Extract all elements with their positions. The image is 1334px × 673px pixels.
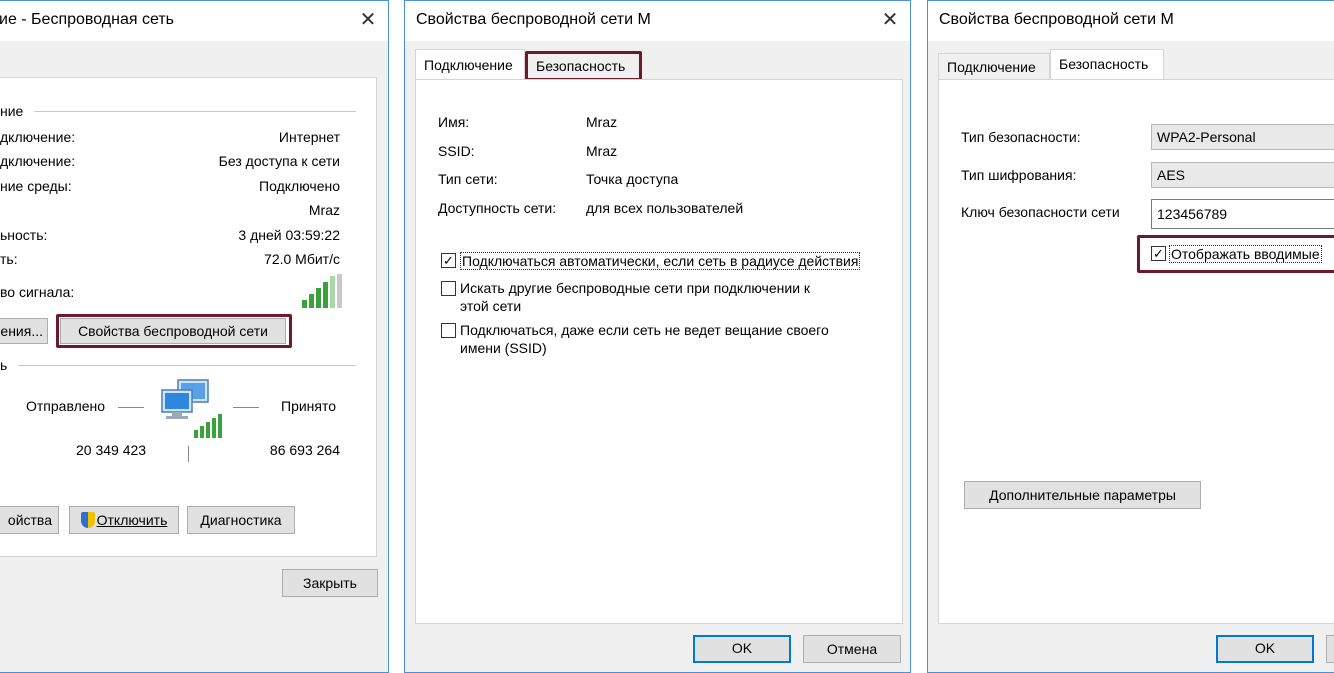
props-connection-titlebar: Свойства беспроводной сети M ✕ bbox=[405, 1, 910, 41]
network-computers-icon bbox=[160, 378, 224, 440]
field-value: Точка доступа bbox=[586, 171, 679, 187]
advanced-settings-button[interactable]: Дополнительные параметры bbox=[964, 481, 1201, 509]
disable-button-label: Отключить bbox=[96, 512, 168, 528]
props-connection-window: Свойства беспроводной сети M ✕ Подключен… bbox=[404, 0, 911, 673]
diagnose-button[interactable]: Диагностика bbox=[187, 506, 295, 534]
auto-connect-label[interactable]: Подключаться автоматически, если сеть в … bbox=[460, 252, 861, 270]
close-icon[interactable]: ✕ bbox=[357, 9, 379, 31]
row-value: Mraz bbox=[308, 202, 340, 218]
sent-dash bbox=[118, 407, 144, 408]
search-other-networks-checkbox[interactable] bbox=[441, 281, 456, 296]
received-label: Принято bbox=[281, 398, 337, 414]
activity-divider bbox=[188, 446, 189, 462]
checkmark-icon: ✓ bbox=[443, 253, 454, 268]
security-key-value: 123456789 bbox=[1157, 206, 1228, 222]
received-bytes: 86 693 264 bbox=[269, 442, 340, 458]
signal-bars-icon bbox=[302, 274, 344, 310]
row-label: ние среды: bbox=[0, 178, 72, 194]
row-value: Интернет bbox=[278, 129, 340, 145]
status-panel: ние дключение: Интернет дключение: Без д… bbox=[0, 77, 377, 557]
row-value: 72.0 Мбит/с bbox=[264, 251, 340, 267]
auto-connect-checkbox[interactable]: ✓ bbox=[441, 253, 456, 268]
connection-panel: Имя: Mraz SSID: Mraz Тип сети: Точка дос… bbox=[415, 79, 903, 624]
group-activity-title: ь bbox=[0, 357, 8, 373]
tab-security[interactable]: Безопасность bbox=[526, 53, 640, 80]
checkmark-icon: ✓ bbox=[1153, 246, 1164, 261]
received-dash bbox=[233, 407, 259, 408]
group-connection-title: ние bbox=[0, 103, 24, 119]
row-label: дключение: bbox=[0, 129, 76, 145]
search-other-networks-label[interactable]: Искать другие беспроводные сети при подк… bbox=[460, 280, 810, 296]
group-connection-line bbox=[34, 111, 356, 112]
close-icon[interactable]: ✕ bbox=[879, 9, 901, 31]
sent-bytes: 20 349 423 bbox=[76, 442, 147, 458]
security-key-label: Ключ безопасности сети bbox=[961, 204, 1120, 220]
field-label: Имя: bbox=[438, 114, 470, 130]
ok-button-label: OK bbox=[731, 640, 753, 656]
encryption-type-select[interactable]: AES bbox=[1151, 162, 1334, 188]
wireless-properties-button[interactable]: Свойства беспроводной сети bbox=[60, 318, 286, 344]
ok-button-label: OK bbox=[1254, 640, 1276, 656]
show-chars-checkbox[interactable]: ✓ bbox=[1151, 246, 1166, 261]
properties-button[interactable]: ойства bbox=[0, 506, 59, 534]
cancel-button[interactable] bbox=[1326, 635, 1334, 663]
security-panel: Тип безопасности: WPA2-Personal Тип шифр… bbox=[938, 79, 1334, 624]
advanced-settings-button-label: Дополнительные параметры bbox=[989, 487, 1176, 503]
tab-security[interactable]: Безопасность bbox=[1050, 49, 1164, 80]
field-value: Mraz bbox=[586, 143, 618, 159]
close-button-label: Закрыть bbox=[303, 575, 357, 591]
row-value: Без доступа к сети bbox=[218, 153, 340, 169]
field-label: SSID: bbox=[438, 143, 475, 159]
cancel-button[interactable]: Отмена bbox=[803, 635, 901, 663]
row-label: ьность: bbox=[0, 227, 48, 243]
status-window: ие - Беспроводная сеть ✕ ние дключение: … bbox=[0, 0, 389, 673]
row-label: дключение: bbox=[0, 153, 76, 169]
tab-connection-label: Подключение bbox=[424, 57, 513, 73]
close-button[interactable]: Закрыть bbox=[282, 569, 378, 597]
sent-label: Отправлено bbox=[26, 398, 106, 414]
details-button[interactable]: ения... bbox=[0, 318, 48, 344]
security-type-label: Тип безопасности: bbox=[961, 129, 1081, 145]
tab-security-label: Безопасность bbox=[1059, 56, 1149, 72]
field-label: Тип сети: bbox=[438, 171, 498, 187]
props-security-titlebar: Свойства беспроводной сети M bbox=[928, 1, 1334, 41]
show-chars-label[interactable]: Отображать вводимые bbox=[1169, 245, 1322, 263]
field-value: для всех пользователей bbox=[586, 200, 744, 216]
row-value: 3 дней 03:59:22 bbox=[238, 227, 340, 243]
connect-hidden-label-2: имени (SSID) bbox=[460, 340, 547, 356]
tab-connection[interactable]: Подключение bbox=[938, 53, 1050, 80]
field-value: Mraz bbox=[586, 114, 618, 130]
encryption-type-value: AES bbox=[1157, 167, 1186, 183]
security-key-input[interactable]: 123456789 bbox=[1151, 199, 1334, 229]
wireless-properties-button-label: Свойства беспроводной сети bbox=[78, 323, 268, 339]
group-activity-line bbox=[18, 365, 356, 366]
shield-icon bbox=[80, 512, 95, 528]
ok-button[interactable]: OK bbox=[1216, 635, 1314, 663]
row-label: ть: bbox=[0, 251, 18, 267]
props-connection-title: Свойства беспроводной сети M bbox=[416, 11, 651, 28]
ok-button[interactable]: OK bbox=[693, 635, 791, 663]
props-security-title: Свойства беспроводной сети M bbox=[939, 11, 1174, 28]
diagnose-button-label: Диагностика bbox=[200, 512, 282, 528]
security-type-select[interactable]: WPA2-Personal bbox=[1151, 124, 1334, 150]
connect-hidden-checkbox[interactable] bbox=[441, 323, 456, 338]
tab-connection[interactable]: Подключение bbox=[415, 49, 525, 80]
field-label: Доступность сети: bbox=[438, 200, 557, 216]
status-titlebar: ие - Беспроводная сеть ✕ bbox=[0, 1, 388, 41]
props-security-window: Свойства беспроводной сети M Подключение… bbox=[927, 0, 1334, 673]
row-value: Подключено bbox=[259, 178, 340, 194]
status-window-title: ие - Беспроводная сеть bbox=[0, 11, 174, 28]
tab-connection-label: Подключение bbox=[947, 59, 1036, 75]
encryption-type-label: Тип шифрования: bbox=[961, 167, 1077, 183]
signal-quality-label: во сигнала: bbox=[0, 284, 75, 300]
cancel-button-label: Отмена bbox=[826, 641, 878, 657]
tab-security-label: Безопасность bbox=[536, 58, 626, 74]
disable-button[interactable]: Отключить bbox=[69, 506, 179, 534]
connect-hidden-label[interactable]: Подключаться, даже если сеть не ведет ве… bbox=[460, 322, 829, 338]
security-type-value: WPA2-Personal bbox=[1157, 129, 1256, 145]
search-other-networks-label-2: этой сети bbox=[460, 298, 522, 314]
